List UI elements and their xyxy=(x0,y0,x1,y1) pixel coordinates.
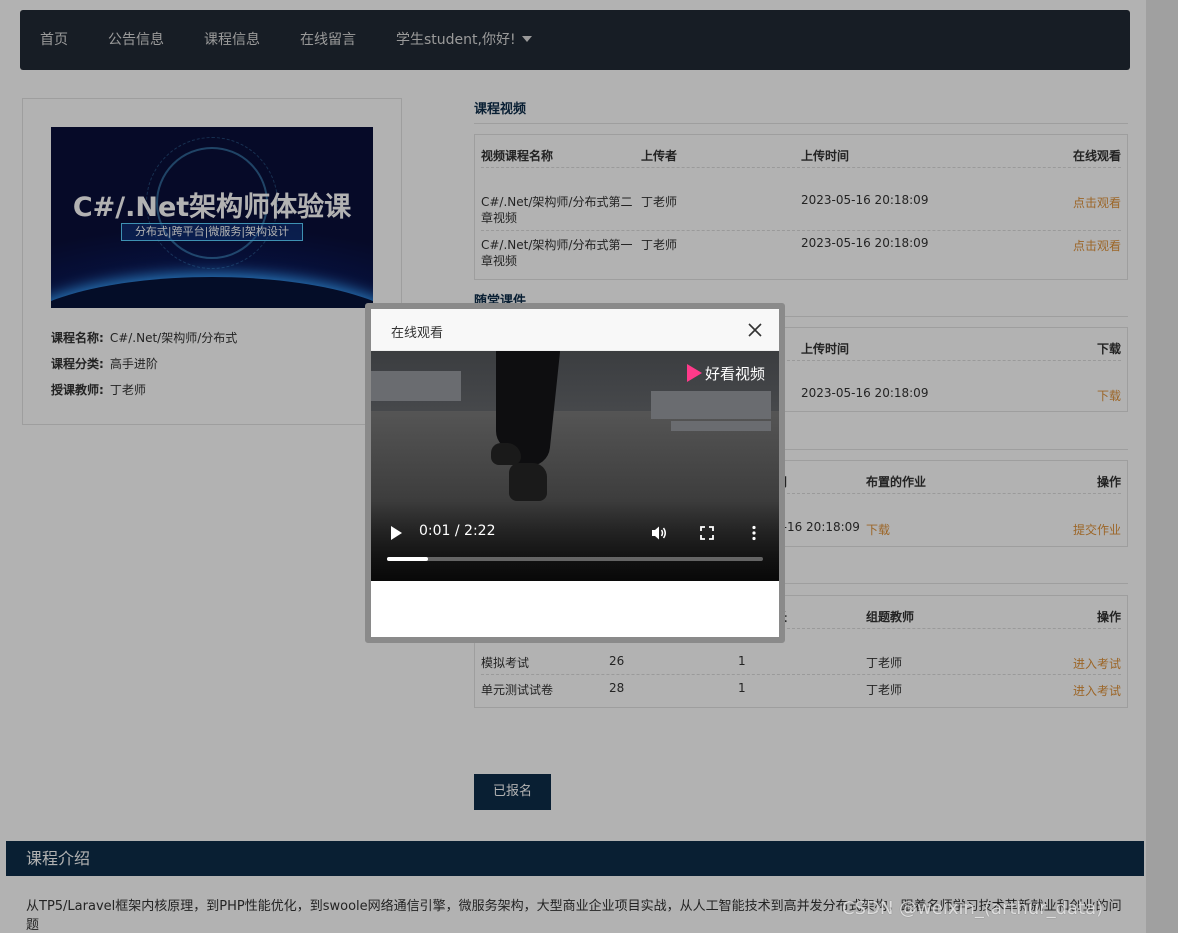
video-frame-decor xyxy=(651,391,771,419)
video-frame-decor xyxy=(671,421,771,431)
fullscreen-icon[interactable] xyxy=(699,525,715,541)
video-logo-text: 好看视频 xyxy=(705,365,766,383)
video-progress-bar[interactable] xyxy=(387,557,763,561)
video-frame-decor xyxy=(371,371,461,401)
volume-icon[interactable] xyxy=(651,525,667,541)
video-time: 0:01 / 2:22 xyxy=(419,523,496,539)
play-logo-icon xyxy=(687,364,702,382)
video-logo: 好看视频 xyxy=(687,363,765,384)
video-progress-fill xyxy=(387,557,429,561)
video-player[interactable]: 好看视频 0:01 / 2:22 xyxy=(371,351,779,581)
csdn-watermark: CSDN @weixin_(arthur_data) xyxy=(842,898,1104,919)
more-options-icon[interactable] xyxy=(751,525,757,541)
modal-title: 在线观看 xyxy=(391,326,444,341)
modal-header: 在线观看 xyxy=(371,309,779,351)
video-frame-shoe xyxy=(509,463,547,501)
video-modal: 在线观看 好看视频 0:01 / 2:22 xyxy=(365,303,785,643)
play-icon[interactable] xyxy=(391,526,402,540)
controls-shade xyxy=(371,501,779,581)
close-icon[interactable] xyxy=(747,322,763,338)
video-frame-shoe xyxy=(491,443,521,465)
